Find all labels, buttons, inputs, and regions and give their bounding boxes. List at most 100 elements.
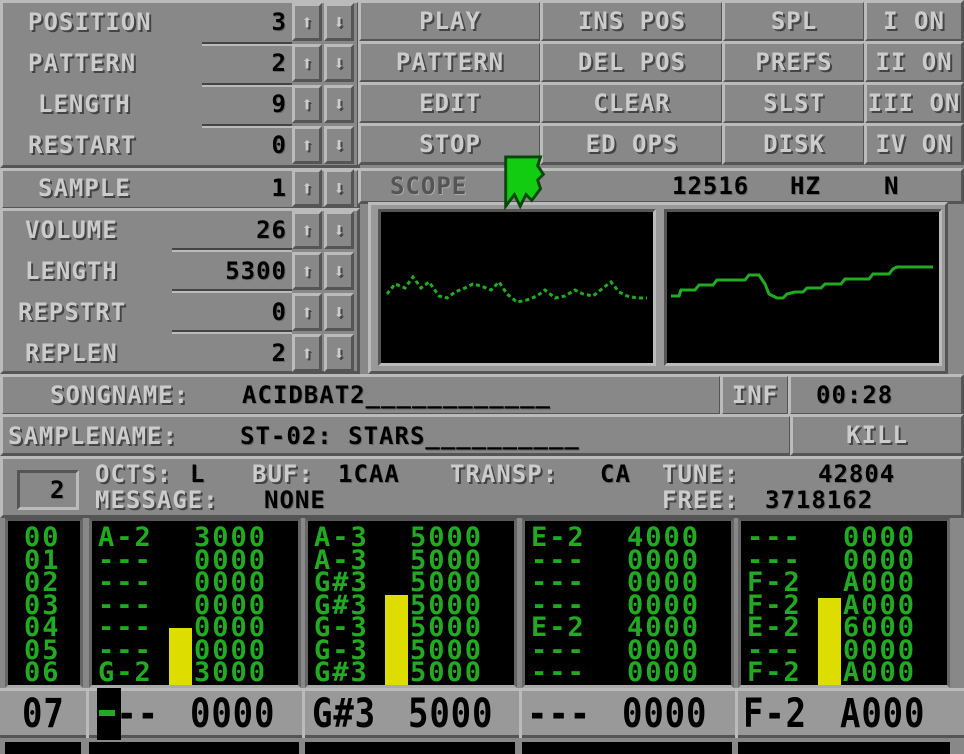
button-spl[interactable]: SPL <box>722 0 866 42</box>
button-ins-pos[interactable]: INS POS <box>540 0 724 42</box>
current-row-note[interactable]: --- <box>527 692 591 736</box>
effect-cell[interactable]: 3000 <box>194 659 267 685</box>
separator <box>202 42 292 46</box>
songname-field[interactable]: ACIDBAT2____________ <box>242 383 551 407</box>
sample-replen-up-button[interactable]: ⬆ <box>292 334 322 372</box>
current-row-effect[interactable]: A000 <box>840 692 925 736</box>
sample-sample-value: 1 <box>271 174 287 202</box>
row-number-column: 00 01 02 03 04 05 06 <box>5 518 83 688</box>
pattern-up-button[interactable]: ⬆ <box>292 44 322 82</box>
row-number: 06 <box>24 657 61 688</box>
arrow-up-icon: ⬆ <box>300 341 314 365</box>
buf-value: 1CAA <box>338 460 400 488</box>
sample-volume-down-button[interactable]: ⬇ <box>324 211 354 249</box>
sample-sample-label: SAMPLE <box>38 174 131 202</box>
channel-toggle-iii-on[interactable]: III ON <box>864 82 964 124</box>
sample-length-label: LENGTH <box>25 257 118 285</box>
samplename-field[interactable]: ST-02: STARS__________ <box>240 424 580 448</box>
sample-repstrt-down-button[interactable]: ⬇ <box>324 293 354 331</box>
channel-2-track[interactable]: A-3 5000 A-3 5000 G#3 5000 G#3 5000 G-3 5000 G-3 50… <box>305 518 517 688</box>
channel-4-vu-meter <box>818 598 841 685</box>
tune-label: TUNE: <box>662 460 740 488</box>
length-up-button[interactable]: ⬆ <box>292 85 322 123</box>
position-up-button[interactable]: ⬆ <box>292 3 322 41</box>
channel-3-track[interactable]: E-2 4000 --- 0000 --- 0000 --- 0000 E-2 4000 --- 00… <box>522 518 734 688</box>
pattern-label: PATTERN <box>28 49 137 77</box>
sample-length-up-button[interactable]: ⬆ <box>292 252 322 290</box>
restart-down-button[interactable]: ⬇ <box>324 126 354 164</box>
arrow-up-icon: ⬆ <box>300 300 314 324</box>
length-value: 9 <box>271 90 287 118</box>
free-value: 3718162 <box>765 486 874 514</box>
note-cell[interactable]: --- <box>531 659 586 685</box>
current-row-effect[interactable]: 0000 <box>622 692 707 736</box>
button-play[interactable]: PLAY <box>358 0 542 42</box>
edit-cursor[interactable] <box>97 688 121 740</box>
info-button[interactable]: INF <box>720 374 790 416</box>
scope-waveform-left <box>385 274 647 304</box>
current-row-note[interactable]: G#3 <box>312 692 376 736</box>
effect-cell[interactable]: A000 <box>843 659 916 685</box>
restart-value: 0 <box>271 131 287 159</box>
restart-up-button[interactable]: ⬆ <box>292 126 322 164</box>
button-slst[interactable]: SLST <box>722 82 866 124</box>
button-del-pos[interactable]: DEL POS <box>540 41 724 83</box>
arrow-down-icon: ⬇ <box>332 176 346 200</box>
scope-unit: HZ <box>790 172 821 200</box>
cursor-mark <box>99 710 115 716</box>
button-ed-ops[interactable]: ED OPS <box>540 123 724 165</box>
note-cell[interactable]: G-2 <box>98 659 153 685</box>
button-edit[interactable]: EDIT <box>358 82 542 124</box>
current-row-effect[interactable]: 5000 <box>408 692 493 736</box>
position-down-button[interactable]: ⬇ <box>324 3 354 41</box>
length-down-button[interactable]: ⬇ <box>324 85 354 123</box>
button-pattern[interactable]: PATTERN <box>358 41 542 83</box>
arrow-up-icon: ⬆ <box>300 10 314 34</box>
pattern-down-button[interactable]: ⬇ <box>324 44 354 82</box>
channel-1-track[interactable]: A-2 3000 --- 0000 --- 0000 --- 0000 --- 0000 --- 00… <box>89 518 301 688</box>
channel-divider <box>519 688 522 738</box>
octs-label: OCTS: <box>95 460 173 488</box>
channel-divider <box>735 688 738 738</box>
effect-cell[interactable]: 0000 <box>627 659 700 685</box>
scope-display-right[interactable] <box>664 209 942 366</box>
position-value: 3 <box>271 8 287 36</box>
channel-toggle-i-on[interactable]: I ON <box>864 0 964 42</box>
sample-length-down-button[interactable]: ⬇ <box>324 252 354 290</box>
current-row-effect[interactable]: 0000 <box>190 692 275 736</box>
arrow-down-icon: ⬇ <box>332 341 346 365</box>
separator <box>172 289 292 293</box>
arrow-down-icon: ⬇ <box>332 300 346 324</box>
arrow-up-icon: ⬆ <box>300 51 314 75</box>
separator <box>202 124 292 128</box>
channel-toggle-ii-on[interactable]: II ON <box>864 41 964 83</box>
free-label: FREE: <box>662 486 740 514</box>
pattern-value: 2 <box>271 49 287 77</box>
sample-replen-label: REPLEN <box>25 339 118 367</box>
effect-cell[interactable]: 5000 <box>410 659 483 685</box>
button-prefs[interactable]: PREFS <box>722 41 866 83</box>
note-cell[interactable]: F-2 <box>747 659 802 685</box>
sample-length-value: 5300 <box>225 257 287 285</box>
button-disk[interactable]: DISK <box>722 123 866 165</box>
tune-value: 42804 <box>818 460 896 488</box>
sample-volume-up-button[interactable]: ⬆ <box>292 211 322 249</box>
kill-button[interactable]: KILL <box>790 414 964 456</box>
note-cell[interactable]: G#3 <box>314 659 369 685</box>
edit-step-box[interactable] <box>17 470 79 510</box>
separator <box>202 83 292 87</box>
sample-replen-down-button[interactable]: ⬇ <box>324 334 354 372</box>
current-row-number: 07 <box>22 691 65 737</box>
sample-sample-down-button[interactable]: ⬇ <box>324 169 354 207</box>
scope-display-left[interactable] <box>378 209 656 366</box>
channel-1-vu-meter <box>169 628 192 685</box>
current-row-note[interactable]: F-2 <box>743 692 807 736</box>
channel-toggle-iv-on[interactable]: IV ON <box>864 123 964 165</box>
arrow-down-icon: ⬇ <box>332 92 346 116</box>
sample-repstrt-up-button[interactable]: ⬆ <box>292 293 322 331</box>
button-clear[interactable]: CLEAR <box>540 82 724 124</box>
scope-mode: N <box>884 172 900 200</box>
sample-sample-up-button[interactable]: ⬆ <box>292 169 322 207</box>
channel-4-track[interactable]: --- 0000 --- 0000 F-2 A000 F-2 A000 E-2 6000 --- 00… <box>738 518 950 688</box>
sample-repstrt-label: REPSTRT <box>18 298 127 326</box>
